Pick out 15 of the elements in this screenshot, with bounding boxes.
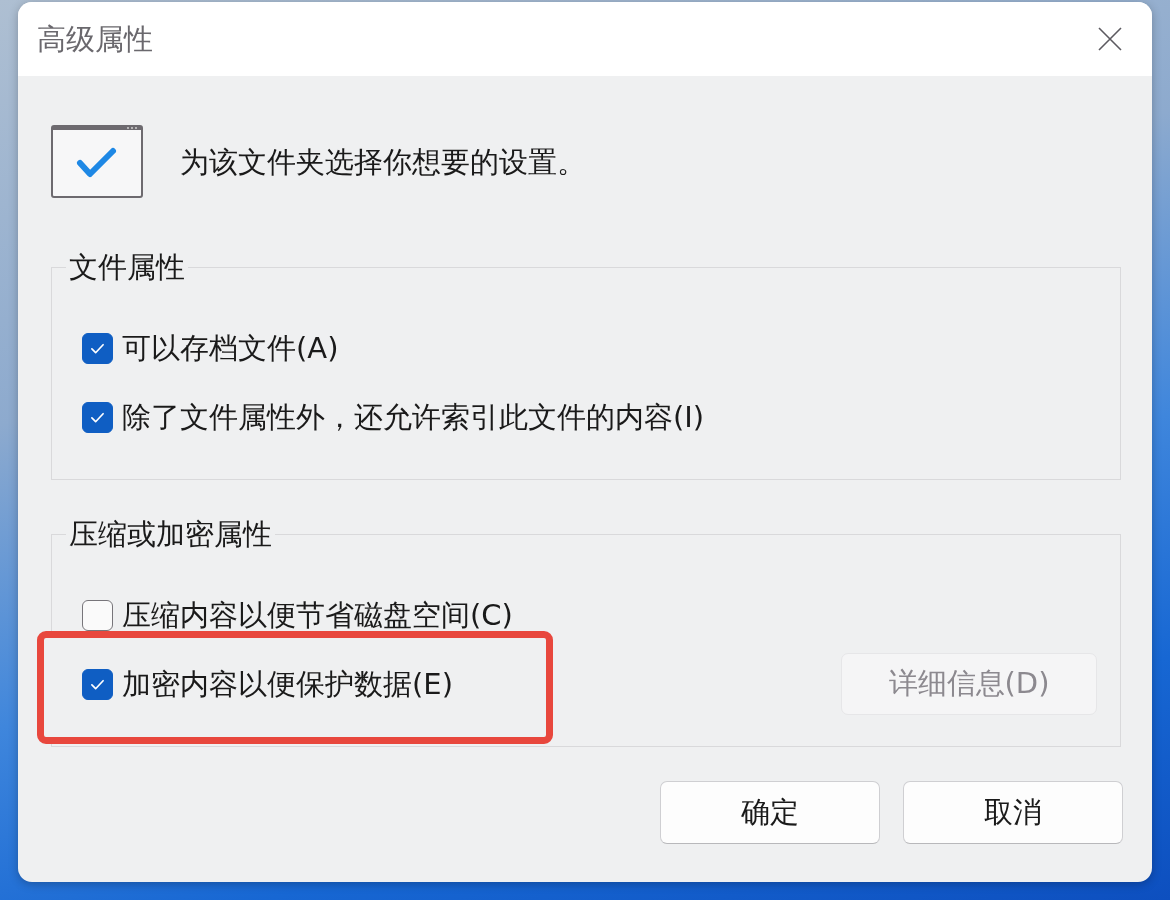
checkbox-label[interactable]: 压缩内容以便节省磁盘空间(C): [122, 599, 513, 631]
checkbox[interactable]: [82, 332, 113, 364]
dialog-button[interactable]: 确定: [660, 781, 880, 844]
close-icon: [1098, 27, 1122, 51]
checkbox[interactable]: [82, 401, 113, 433]
window-title: 高级属性: [37, 21, 153, 58]
checkbox[interactable]: [82, 668, 113, 700]
window-check-icon: [51, 125, 143, 198]
checkbox[interactable]: [82, 599, 113, 631]
close-button[interactable]: [1097, 26, 1123, 52]
instruction-text: 为该文件夹选择你想要的设置。: [180, 143, 586, 181]
checkbox-label[interactable]: 加密内容以便保护数据(E): [122, 668, 453, 700]
checkbox-label[interactable]: 除了文件属性外，还允许索引此文件的内容(I): [122, 401, 705, 433]
checkbox-label[interactable]: 可以存档文件(A): [122, 332, 339, 364]
dialog-button[interactable]: 取消: [903, 781, 1123, 844]
